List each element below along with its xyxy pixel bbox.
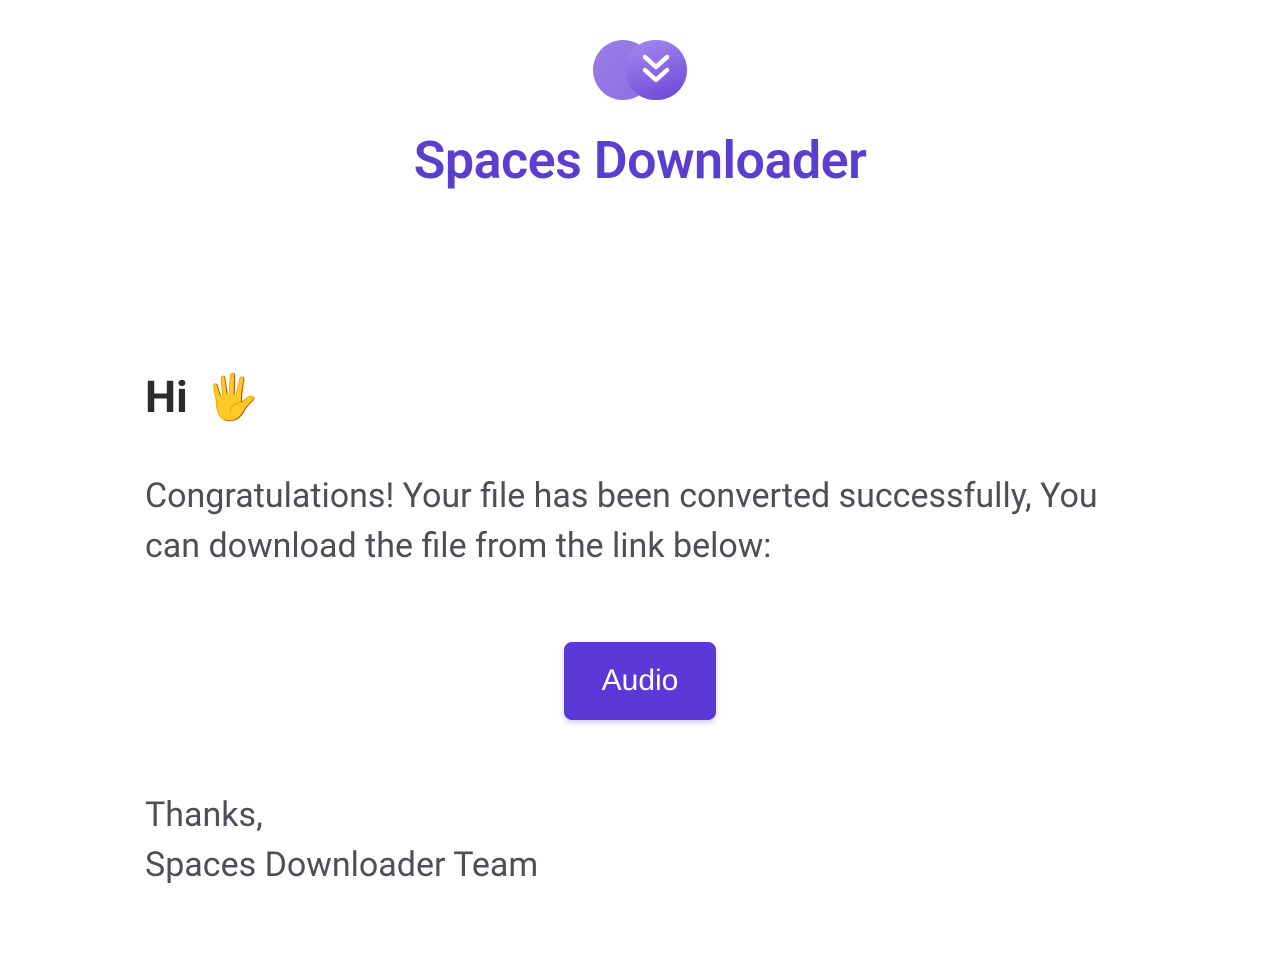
download-audio-button[interactable]: Audio: [564, 642, 717, 720]
app-title: Spaces Downloader: [0, 130, 1280, 191]
cta-row: Audio: [145, 642, 1135, 720]
signoff: Thanks, Spaces Downloader Team: [145, 790, 1135, 891]
app-logo: [593, 40, 687, 100]
content-block: Hi 🖐 Congratulations! Your file has been…: [0, 191, 1280, 890]
greeting-text: Hi: [145, 371, 188, 423]
logo-wrap: [0, 40, 1280, 100]
logo-pill-front: [625, 40, 687, 100]
page-container: Spaces Downloader Hi 🖐 Congratulations! …: [0, 0, 1280, 980]
signoff-thanks: Thanks,: [145, 795, 263, 835]
greeting: Hi 🖐: [145, 371, 1135, 423]
download-chevrons-icon: [642, 53, 670, 87]
success-message: Congratulations! Your file has been conv…: [145, 471, 1135, 572]
signoff-team: Spaces Downloader Team: [145, 845, 538, 885]
wave-emoji-icon: 🖐: [205, 371, 260, 423]
